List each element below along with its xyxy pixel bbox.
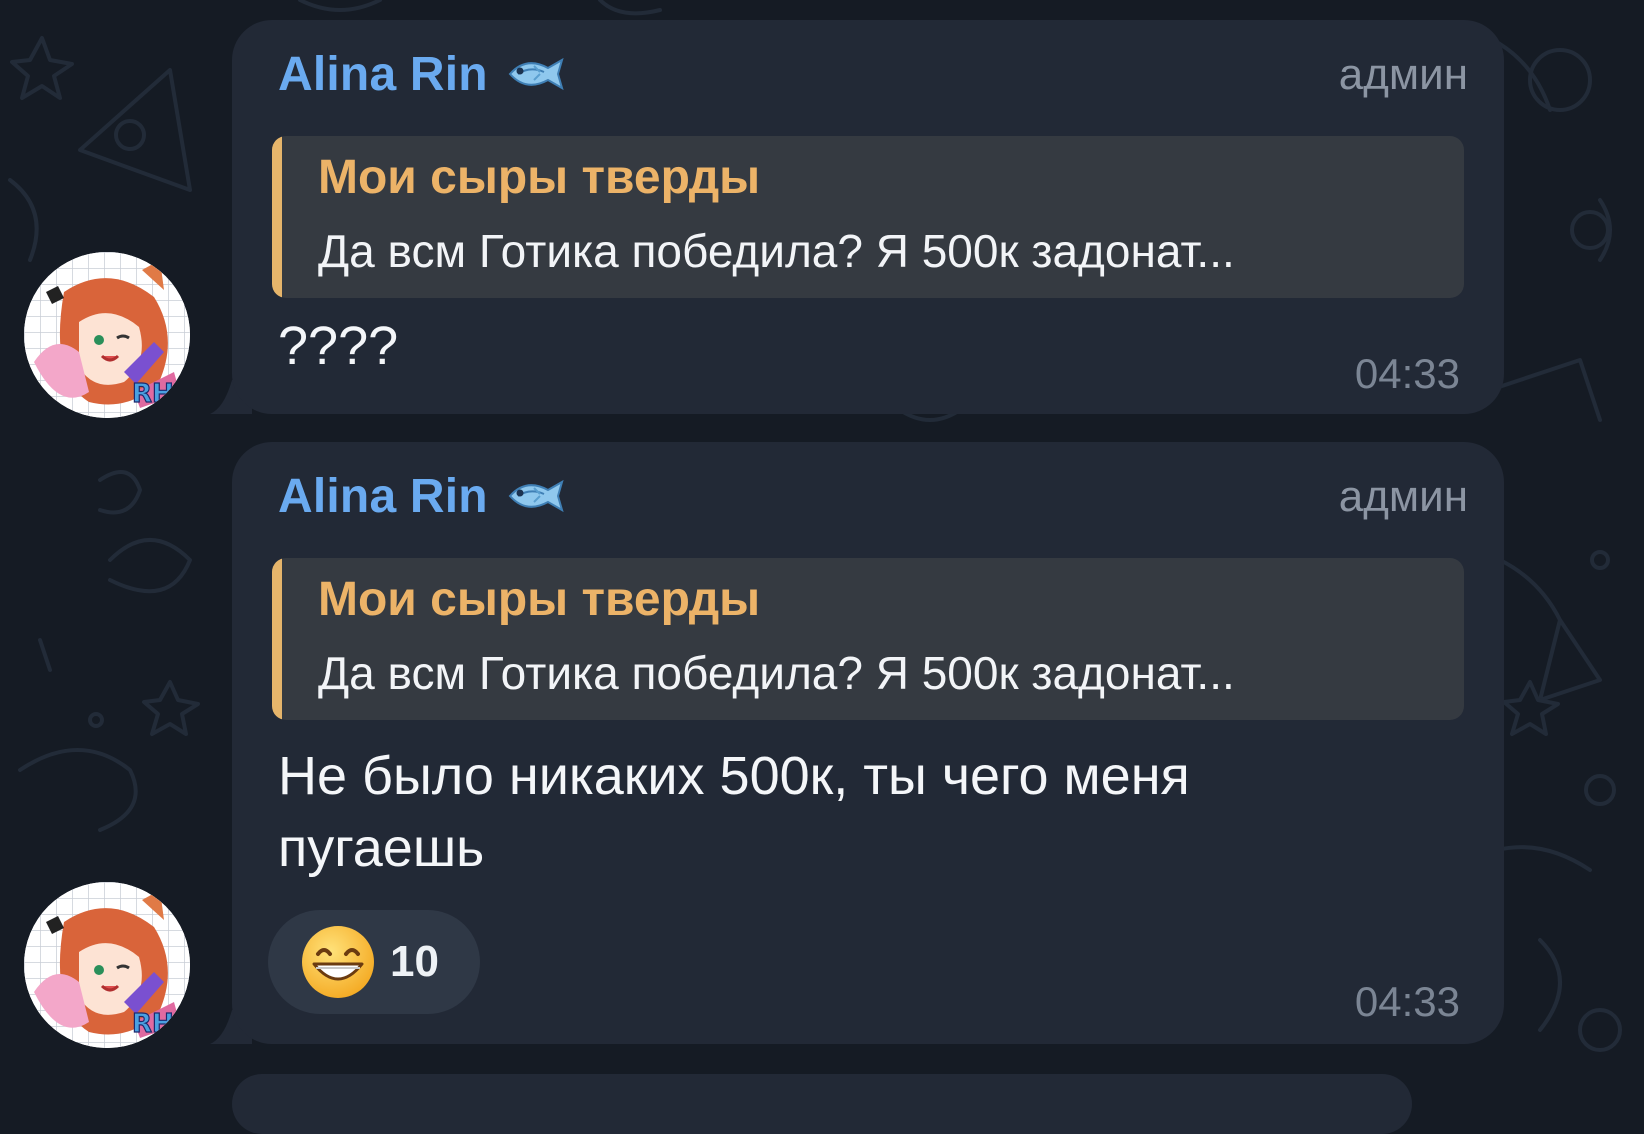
quote-accent-bar: [272, 136, 282, 298]
reaction-chip[interactable]: 10: [268, 910, 480, 1014]
message-text-line: пугаешь: [278, 818, 485, 878]
reply-text: Да всм Готика победила? Я 500к задонат..…: [318, 225, 1235, 277]
sender-avatar[interactable]: RHK: [24, 882, 190, 1048]
message-text-line: Не было никаких 500к, ты чего меня: [278, 746, 1190, 806]
reply-quote[interactable]: Мои сыры тверды Да всм Готика победила? …: [272, 558, 1464, 720]
reply-author: Мои сыры тверды: [318, 151, 761, 204]
next-message-bubble[interactable]: [232, 1074, 1412, 1134]
message-bubble[interactable]: Alina Rin админ Мои сыры тверды Да всм Г…: [232, 442, 1504, 1044]
message-time: 04:33: [1354, 350, 1460, 397]
fish-icon: [508, 479, 564, 513]
sender-avatar[interactable]: RHK: [24, 252, 190, 418]
avatar-image: RHK: [24, 882, 190, 1048]
reply-text: Да всм Готика победила? Я 500к задонат..…: [318, 647, 1235, 699]
message-text: Не было никаких 500к, ты чего меня пугае…: [278, 740, 1190, 884]
message-time: 04:33: [1354, 978, 1460, 1025]
message-text: ????: [278, 316, 399, 376]
reaction-count: 10: [390, 937, 439, 986]
message-bubble[interactable]: Alina Rin админ Мои сыры тверды Да всм Г…: [232, 20, 1504, 414]
grinning-face-emoji: [302, 926, 374, 998]
svg-text:RHK: RHK: [132, 1009, 190, 1039]
reply-quote[interactable]: Мои сыры тверды Да всм Готика победила? …: [272, 136, 1464, 298]
fish-icon: [508, 57, 564, 91]
reply-author: Мои сыры тверды: [318, 573, 761, 626]
sender-header[interactable]: Alina Rin: [278, 44, 566, 104]
sender-name[interactable]: Alina Rin: [278, 47, 488, 102]
svg-text:RHK: RHK: [132, 379, 190, 409]
avatar-image: RHK: [24, 252, 190, 418]
admin-badge: админ: [1338, 472, 1468, 521]
sender-name[interactable]: Alina Rin: [278, 469, 488, 524]
admin-badge: админ: [1338, 50, 1468, 99]
quote-accent-bar: [272, 558, 282, 720]
sender-header[interactable]: Alina Rin: [278, 466, 566, 526]
